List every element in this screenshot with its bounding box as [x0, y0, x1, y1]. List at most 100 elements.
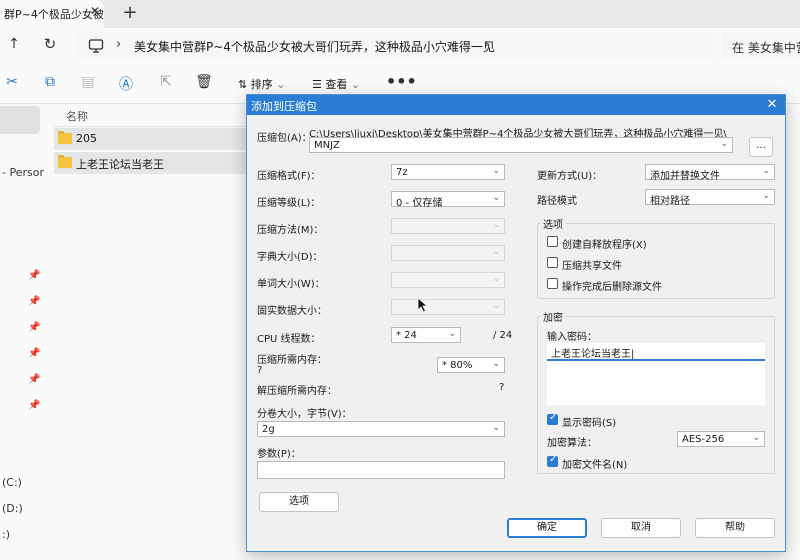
close-icon[interactable]: ✕: [763, 96, 781, 114]
options-group-title: 选项: [541, 216, 565, 231]
folder-icon: [58, 131, 72, 144]
encrypt-names-checkbox[interactable]: [547, 454, 558, 467]
decomp-memory-value: ?: [499, 382, 505, 393]
word-size-label: 单词大小(W)：: [257, 279, 325, 290]
cpu-threads-total: / 24: [493, 330, 513, 341]
chevron-right-icon[interactable]: ›: [484, 37, 489, 52]
format-select[interactable]: 7z ⌄: [391, 164, 505, 180]
sort-button[interactable]: ⇅ 排序 ⌄: [238, 76, 285, 92]
chevron-down-icon: ⌄: [720, 139, 728, 149]
chevron-down-icon: ⌄: [492, 359, 500, 369]
chevron-right-icon[interactable]: ›: [116, 37, 121, 52]
sort-icon: ⇅: [238, 78, 251, 91]
dict-size-select[interactable]: ⌄: [391, 245, 505, 261]
nav-pane: - Person 📌 📌 📌 📌 📌 📌 (C:) (D:) :): [0, 104, 46, 560]
share-icon[interactable]: ⇱: [156, 74, 176, 94]
options-button[interactable]: 选项: [259, 492, 339, 512]
browse-button[interactable]: ...: [749, 137, 773, 157]
view-button[interactable]: ☰ 查看 ⌄: [312, 76, 360, 92]
shared-files-checkbox[interactable]: [547, 257, 558, 268]
rename-icon[interactable]: Ⓐ: [116, 74, 136, 94]
encryption-group-title: 加密: [541, 309, 565, 324]
sidebar-item-onedrive[interactable]: - Person: [2, 166, 46, 179]
encryption-method-select[interactable]: AES-256 ⌄: [677, 431, 765, 447]
search-input[interactable]: 在 美女集中营: [722, 32, 800, 60]
paste-icon[interactable]: ▤: [78, 74, 98, 94]
chevron-down-icon: ⌄: [492, 301, 500, 311]
arrow-up-icon[interactable]: ↑: [4, 36, 24, 56]
dict-size-label: 字典大小(D)：: [257, 252, 323, 263]
decomp-memory-label: 解压缩所需内存：: [257, 386, 337, 397]
refresh-icon[interactable]: ↻: [40, 35, 60, 55]
path-mode-select[interactable]: 相对路径 ⌄: [645, 189, 775, 207]
memory-unknown: ?: [257, 365, 263, 376]
archive-name-combo[interactable]: MNJZ ⌄: [309, 137, 733, 153]
dialog-title-bar: 添加到压缩包 ✕: [247, 95, 785, 115]
password-area[interactable]: [547, 361, 765, 405]
split-size-select[interactable]: 2g ⌄: [257, 421, 505, 437]
path-mode-value: 相对路径: [650, 196, 690, 207]
address-path[interactable]: 美女集中营群P~4个极品少女被大哥们玩弄，这种极品小穴难得一见: [134, 38, 495, 55]
path-mode-label: 路径模式: [537, 196, 577, 207]
chevron-down-icon: ⌄: [272, 78, 286, 91]
update-mode-select[interactable]: 添加并替换文件 ⌄: [645, 164, 775, 182]
chevron-down-icon: ⌄: [347, 78, 361, 91]
sidebar-item-drive-e[interactable]: :): [2, 528, 10, 541]
sort-label: 排序: [250, 78, 273, 91]
encrypt-names-label[interactable]: 加密文件名(N): [562, 456, 627, 471]
delete-after-label[interactable]: 操作完成后删除源文件: [562, 278, 662, 293]
help-button[interactable]: 帮助: [695, 518, 775, 538]
pin-icon: 📌: [28, 374, 41, 385]
sidebar-item-drive-d[interactable]: (D:): [2, 502, 23, 515]
chevron-down-icon: ⌄: [492, 423, 500, 433]
monitor-icon: [88, 39, 104, 53]
pin-icon: 📌: [28, 322, 41, 333]
method-select[interactable]: ⌄: [391, 218, 505, 234]
shared-files-label[interactable]: 压缩共享文件: [562, 257, 622, 272]
method-label: 压缩方法(M)：: [257, 225, 324, 236]
tab-close-icon[interactable]: ✕: [86, 4, 104, 22]
level-value: 0 - 仅存储: [396, 198, 443, 209]
sidebar-item-home[interactable]: [0, 106, 40, 134]
chevron-down-icon: ⌄: [492, 193, 500, 203]
level-select[interactable]: 0 - 仅存储 ⌄: [391, 191, 505, 209]
split-size-label: 分卷大小，字节(V)：: [257, 409, 352, 420]
delete-after-checkbox[interactable]: [547, 278, 558, 289]
solid-size-select[interactable]: ⌄: [391, 299, 505, 315]
mouse-cursor-icon: [417, 297, 429, 313]
column-header-name[interactable]: 名称: [66, 108, 88, 124]
pin-icon: 📌: [28, 296, 41, 307]
chevron-down-icon: ⌄: [762, 166, 770, 176]
list-item[interactable]: 205: [54, 128, 254, 150]
cut-icon[interactable]: ✂: [2, 74, 22, 94]
copy-icon[interactable]: ⧉: [40, 74, 60, 94]
sfx-checkbox[interactable]: [547, 236, 558, 247]
password-input[interactable]: 上老王论坛当老王|: [547, 343, 765, 361]
params-input[interactable]: [257, 461, 505, 479]
new-tab-button[interactable]: +: [118, 2, 142, 26]
sidebar-item-drive-c[interactable]: (C:): [2, 476, 22, 489]
sfx-label[interactable]: 创建自释放程序(X): [562, 236, 647, 251]
delete-icon[interactable]: 🗑: [194, 74, 214, 94]
dialog-title: 添加到压缩包: [251, 100, 317, 113]
update-mode-value: 添加并替换文件: [650, 171, 720, 182]
cpu-threads-select[interactable]: * 24 ⌄: [391, 327, 461, 343]
format-label: 压缩格式(F)：: [257, 171, 321, 182]
show-password-checkbox[interactable]: [547, 412, 558, 425]
file-name: 205: [76, 132, 97, 145]
memory-label: 压缩所需内存：: [257, 355, 327, 366]
memory-select[interactable]: * 80% ⌄: [437, 357, 505, 373]
word-size-select[interactable]: ⌄: [391, 272, 505, 288]
memory-value: * 80%: [442, 360, 473, 371]
password-label: 输入密码：: [547, 332, 597, 343]
cancel-button[interactable]: 取消: [601, 518, 681, 538]
split-size-value: 2g: [262, 424, 275, 435]
more-button[interactable]: •••: [386, 72, 417, 91]
chevron-down-icon: ⌄: [492, 247, 500, 257]
show-password-label[interactable]: 显示密码(S): [562, 414, 616, 429]
tab-explorer[interactable]: 群P~4个极品少女被 ✕: [0, 0, 104, 28]
list-item[interactable]: 上老王论坛当老王: [54, 152, 254, 174]
address-bar[interactable]: › 美女集中营群P~4个极品少女被大哥们玩弄，这种极品小穴难得一见 ›: [76, 32, 712, 60]
chevron-down-icon: ⌄: [752, 433, 760, 443]
ok-button[interactable]: 确定: [507, 518, 587, 538]
